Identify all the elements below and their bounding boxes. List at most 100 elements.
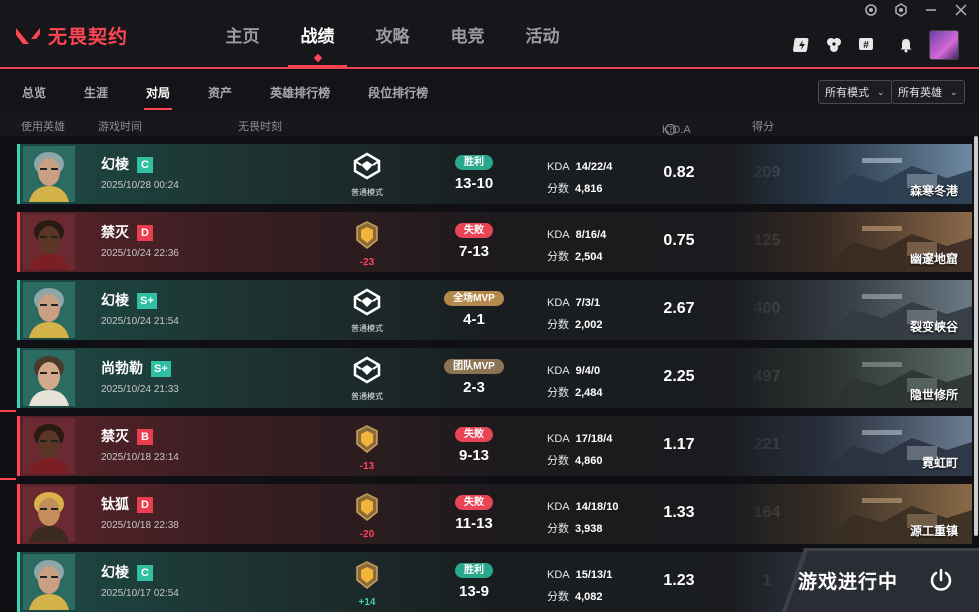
tab-matches-label: 对局 (146, 86, 171, 100)
kda-value: 7/3/1 (575, 297, 601, 309)
tab-career-label: 生涯 (84, 86, 109, 100)
col-time: 游戏时间 (98, 121, 142, 133)
tab-matches[interactable]: 对局 (144, 84, 173, 110)
tab-assets[interactable]: 资产 (208, 84, 232, 101)
mode-label: 普通模式 (351, 392, 383, 401)
match-list[interactable]: 幻棱 C 2025/10/28 00:24 普通模式 胜利 13-10 KDA 14… (0, 136, 979, 612)
agent-portrait (23, 418, 75, 474)
nav-home[interactable]: 主页 (205, 22, 280, 68)
kda-block: KDA 17/18/4 分数 4,860 (547, 428, 612, 472)
chat-hash-icon[interactable]: # (857, 36, 875, 54)
kda-ratio: 0.82 (663, 164, 695, 181)
nav-esports-label: 电竞 (450, 27, 485, 46)
performance-rank-badge: D (137, 497, 153, 513)
match-mode: 普通模式 (347, 152, 387, 198)
bell-icon[interactable] (897, 36, 915, 54)
settings-gear-icon[interactable] (893, 2, 909, 18)
power-icon[interactable] (928, 567, 954, 593)
match-date: 2025/10/24 21:33 (101, 384, 179, 395)
row-marker (0, 478, 16, 480)
round-score: 9-13 (458, 447, 490, 464)
kda-value: 17/18/4 (575, 433, 613, 445)
tab-agent-leaderboard-label: 英雄排行榜 (270, 86, 331, 100)
user-avatar[interactable] (929, 30, 959, 60)
kda-block: KDA 14/22/4 分数 4,816 (547, 156, 612, 200)
result-bar (17, 212, 20, 272)
match-row[interactable]: 钛狐 D 2025/10/18 22:38 -20 失败 11-13 KDA 14/… (17, 484, 972, 544)
normal-mode-icon (353, 152, 381, 180)
chevron-down-icon: ⌄ (950, 86, 958, 97)
round-score: 4-1 (463, 311, 485, 328)
tab-agent-leaderboard[interactable]: 英雄排行榜 (270, 84, 330, 101)
mode-filter-select[interactable]: 所有模式 ⌄ (818, 80, 892, 104)
app-logo[interactable]: 无畏契约 (14, 22, 128, 49)
chevron-down-icon: ⌄ (877, 86, 885, 97)
tab-rank-leaderboard[interactable]: 段位排行榜 (368, 84, 428, 101)
performance-rank-badge: B (137, 429, 153, 445)
clover-icon[interactable] (825, 36, 843, 54)
agent-filter-select[interactable]: 所有英雄 ⌄ (891, 80, 965, 104)
rank-delta: -20 (359, 529, 375, 540)
rank-delta: -13 (359, 461, 375, 472)
app-title: 无畏契约 (48, 27, 129, 48)
agent-name-text: 钛狐 (101, 496, 129, 512)
match-result: 失败 7-13 (440, 220, 508, 260)
valorant-logo-icon (16, 27, 40, 44)
round-score: 11-13 (455, 515, 493, 532)
match-row[interactable]: 禁灭 D 2025/10/24 22:36 -23 失败 7-13 KDA 8/16… (17, 212, 972, 272)
points-value: 4,082 (575, 591, 603, 603)
map-name: 幽邃地窟 (909, 252, 958, 266)
nav-guides[interactable]: 攻略 (355, 22, 430, 68)
kda-value: 9/4/0 (575, 365, 601, 377)
mode-label: 普通模式 (351, 324, 383, 333)
points-value: 3,938 (575, 523, 603, 535)
mode-label: 普通模式 (351, 188, 383, 197)
map-name: 隐世修所 (909, 388, 958, 402)
match-result: 全场MVP 4-1 (440, 288, 508, 328)
kda-ratio: 1.33 (663, 504, 695, 521)
minimize-icon[interactable] (923, 2, 939, 18)
match-mode: 普通模式 (347, 356, 387, 402)
kda-label: KDA (547, 365, 570, 377)
result-pill: 失败 (455, 495, 493, 510)
help-icon[interactable]: ? (665, 124, 676, 135)
nav-esports[interactable]: 电竞 (430, 22, 505, 68)
kda-label: KDA (547, 297, 570, 309)
tab-career[interactable]: 生涯 (84, 84, 108, 101)
match-mode: -20 (347, 492, 387, 540)
kda-ratio: 2.67 (663, 300, 695, 317)
kda-ratio: 1.17 (663, 436, 695, 453)
agent-name: 钛狐 D (101, 494, 153, 514)
toolbar-icons: # (793, 30, 959, 60)
kda-value: 8/16/4 (575, 229, 607, 241)
result-bar (17, 144, 20, 204)
lightning-card-icon[interactable] (793, 36, 811, 54)
support-icon[interactable] (863, 2, 879, 18)
match-row[interactable]: 幻棱 C 2025/10/28 00:24 普通模式 胜利 13-10 KDA 14… (17, 144, 972, 204)
close-icon[interactable] (953, 2, 969, 18)
match-date: 2025/10/28 00:24 (101, 180, 179, 191)
topbar-divider (0, 67, 979, 69)
result-pill: 失败 (455, 223, 493, 238)
map-name: 霓虹町 (921, 456, 958, 470)
nav-records[interactable]: 战绩 (280, 22, 355, 68)
kda-block: KDA 14/18/10 分数 3,938 (547, 496, 618, 540)
mode-filter-value: 所有模式 (825, 87, 869, 99)
nav-records-label: 战绩 (300, 27, 335, 46)
match-date: 2025/10/18 23:14 (101, 452, 179, 463)
match-mode: 普通模式 (347, 288, 387, 334)
performance-rank-badge: D (137, 225, 153, 241)
agent-name-text: 尚勃勒 (101, 360, 143, 376)
kda-block: KDA 15/13/1 分数 4,082 (547, 564, 612, 608)
nav-events[interactable]: 活动 (505, 22, 580, 68)
match-mode: -23 (347, 220, 387, 268)
match-row[interactable]: 尚勃勒 S+ 2025/10/24 21:33 普通模式 团队MVP 2-3 KD… (17, 348, 972, 408)
match-row[interactable]: 禁灭 B 2025/10/18 23:14 -13 失败 9-13 KDA 17/1… (17, 416, 972, 476)
tab-overview[interactable]: 总览 (22, 84, 46, 101)
match-row[interactable]: 幻棱 S+ 2025/10/24 21:54 普通模式 全场MVP 4-1 KDA… (17, 280, 972, 340)
result-bar (17, 416, 20, 476)
kda-label: KDA (547, 229, 570, 241)
rank-delta: -23 (359, 257, 375, 268)
scrollbar[interactable] (974, 136, 978, 536)
kda-value: 15/13/1 (575, 569, 613, 581)
